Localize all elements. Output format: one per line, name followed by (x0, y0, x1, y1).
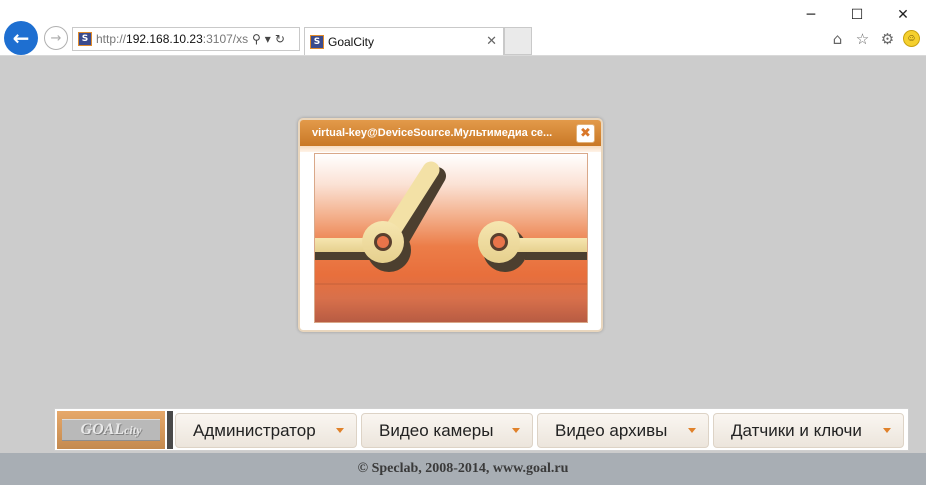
search-icon[interactable]: ⚲ (252, 32, 261, 46)
chevron-down-icon (883, 428, 891, 433)
tab-favicon-icon: S (310, 34, 324, 49)
close-window-button[interactable]: ✕ (880, 0, 926, 30)
logo-plate: GOALcity (62, 419, 160, 441)
menu-item-administrator[interactable]: Администратор (175, 413, 357, 448)
dialog-band (300, 146, 601, 152)
menu-item-label: Датчики и ключи (731, 420, 862, 440)
site-favicon-icon: S (78, 32, 92, 46)
menu-item-label: Видео камеры (379, 420, 494, 440)
menu-item-video-cameras[interactable]: Видео камеры (361, 413, 533, 448)
chevron-down-icon (688, 428, 696, 433)
main-menu: GOALcity Администратор Видео камеры Виде… (54, 408, 909, 451)
switch-image[interactable] (314, 153, 588, 323)
arrow-right-icon: → (50, 30, 62, 46)
menu-separator (167, 411, 173, 449)
menu-item-label: Видео архивы (555, 420, 668, 440)
chevron-down-icon (512, 428, 520, 433)
back-button[interactable]: ← (4, 21, 38, 55)
window-controls: ─ ☐ ✕ (788, 0, 926, 30)
forward-button[interactable]: → (44, 26, 68, 50)
goalcity-logo[interactable]: GOALcity (57, 411, 165, 449)
menu-item-label: Администратор (193, 420, 316, 440)
minimize-button[interactable]: ─ (788, 0, 834, 30)
browser-chrome: ─ ☐ ✕ ← → S http://192.168.10.23:3107/xs… (0, 0, 926, 56)
new-tab-button[interactable] (504, 27, 532, 55)
copyright-text: © Speclab, 2008-2014, www.goal.ru (357, 461, 569, 476)
address-url[interactable]: http://192.168.10.23:3107/xsl (96, 32, 248, 46)
maximize-button[interactable]: ☐ (834, 0, 880, 30)
open-switch-icon (315, 161, 587, 285)
dialog-header[interactable]: virtual-key@DeviceSource.Мультимедиа се.… (300, 120, 601, 146)
sensor-dialog: virtual-key@DeviceSource.Мультимедиа се.… (298, 118, 603, 332)
dialog-title: virtual-key@DeviceSource.Мультимедиа се.… (312, 127, 553, 139)
smiley-icon[interactable]: ☺ (903, 30, 920, 47)
arrow-left-icon: ← (12, 26, 30, 50)
browser-tools: ⌂ ☆ ⚙ ☺ (828, 29, 920, 48)
url-scheme: http:// (96, 32, 127, 46)
star-icon[interactable]: ☆ (853, 29, 872, 48)
tab-title: GoalCity (328, 34, 375, 49)
home-icon[interactable]: ⌂ (828, 29, 847, 48)
browser-tab[interactable]: S GoalCity ✕ (304, 27, 504, 55)
url-host: 192.168.10.23 (126, 32, 203, 46)
gear-icon[interactable]: ⚙ (878, 29, 897, 48)
menu-item-video-archives[interactable]: Видео архивы (537, 413, 709, 448)
chevron-down-icon[interactable]: ▾ (265, 32, 271, 46)
close-tab-icon[interactable]: ✕ (486, 34, 497, 49)
address-bar[interactable]: S http://192.168.10.23:3107/xsl ⚲ ▾ ↻ (72, 27, 300, 51)
logo-text: GOALcity (80, 421, 142, 438)
dialog-close-button[interactable]: ✖ (576, 124, 595, 143)
menu-item-sensors-keys[interactable]: Датчики и ключи (713, 413, 904, 448)
refresh-icon[interactable]: ↻ (275, 32, 285, 46)
chevron-down-icon (336, 428, 344, 433)
close-icon: ✖ (580, 126, 591, 141)
url-path: :3107/xsl (202, 32, 248, 46)
footer: © Speclab, 2008-2014, www.goal.ru (0, 453, 926, 485)
